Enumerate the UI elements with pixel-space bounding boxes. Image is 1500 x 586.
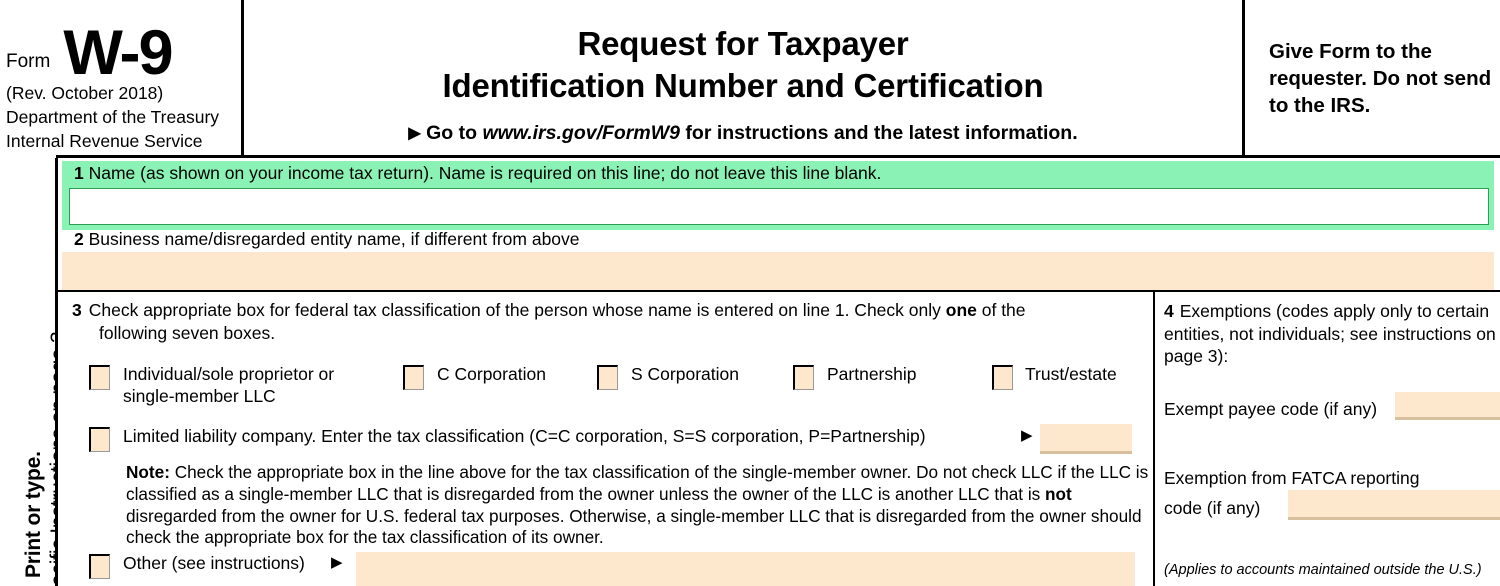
form-header: Form W-9 (Rev. October 2018) Department … xyxy=(0,0,1500,157)
form-revision: (Rev. October 2018) xyxy=(6,82,164,103)
line2-label: 2 Business name/disregarded entity name,… xyxy=(74,229,580,250)
sidebar-print-or-type: Print or type. xyxy=(22,451,45,578)
line3-head-emphasis: one xyxy=(945,300,977,320)
irs-formw9-link[interactable]: www.irs.gov/FormW9 xyxy=(482,122,680,144)
exempt-payee-code-input[interactable] xyxy=(1395,392,1500,420)
label-individual-line1: Individual/sole proprietor or xyxy=(123,364,335,384)
goto-prefix: Go to xyxy=(426,122,483,145)
exempt-payee-code-label: Exempt payee code (if any) xyxy=(1164,399,1378,419)
fatca-label-line-1: Exemption from FATCA reporting xyxy=(1164,468,1420,488)
checkbox-partnership[interactable] xyxy=(793,365,814,390)
note-bold-label: Note: xyxy=(126,462,170,482)
checkbox-individual-sole-proprietor[interactable] xyxy=(89,365,110,390)
label-individual-line2: single-member LLC xyxy=(123,386,276,407)
llc-tax-classification-input[interactable] xyxy=(1040,424,1132,454)
line1-label-text: Name (as shown on your income tax return… xyxy=(88,163,882,183)
checkbox-other[interactable] xyxy=(89,554,110,579)
line1-number: 1 xyxy=(74,163,84,183)
header-body-divider xyxy=(56,155,1500,158)
sidebar-instructions: Print or type. ecific Instructions on pa… xyxy=(0,158,55,586)
department-line-2: Internal Revenue Service xyxy=(6,130,203,151)
other-right-triangle-icon: ▶ xyxy=(331,554,343,571)
goto-instructions-line: ▶ Go to www.irs.gov/FormW9 for instructi… xyxy=(408,122,1077,145)
note-text-after: disregarded from the owner for U.S. fede… xyxy=(126,505,1142,548)
department-line-1: Department of the Treasury xyxy=(6,106,220,127)
right-triangle-icon: ▶ xyxy=(408,125,421,143)
line3-head-part1: Check appropriate box for federal tax cl… xyxy=(88,300,946,320)
fatca-label-line-2: code (if any) xyxy=(1164,498,1261,518)
note-bold-word: not xyxy=(1045,483,1072,504)
note-text-before: Check the appropriate box in the line ab… xyxy=(126,462,1149,504)
line3-head-part2: of the xyxy=(976,300,1026,320)
form-title-line-1: Request for Taxpayer xyxy=(577,25,909,62)
checkbox-s-corporation[interactable] xyxy=(597,365,618,390)
header-right-block: Give Form to the requester. Do not send … xyxy=(1245,0,1500,157)
line2-label-text: Business name/disregarded entity name, i… xyxy=(88,229,580,249)
fatca-footnote: (Applies to accounts maintained outside … xyxy=(1164,562,1482,578)
line4-number: 4 xyxy=(1164,301,1174,321)
label-trust-estate: Trust/estate xyxy=(1025,364,1117,384)
label-c-corporation: C Corporation xyxy=(437,364,546,384)
line3-panel: 3 Check appropriate box for federal tax c… xyxy=(58,292,1148,586)
goto-suffix: for instructions and the latest informat… xyxy=(680,122,1078,145)
line1-name-input[interactable] xyxy=(69,188,1489,225)
checkbox-trust-estate[interactable] xyxy=(992,365,1013,390)
form-word-label: Form xyxy=(6,50,51,72)
w9-form-page: Form W-9 (Rev. October 2018) Department … xyxy=(0,0,1500,586)
form-identifier: Form W-9 xyxy=(6,2,241,88)
label-individual-sole-proprietor: Individual/sole proprietor or single-mem… xyxy=(123,363,334,407)
line3-instruction: 3 Check appropriate box for federal tax c… xyxy=(72,299,1162,344)
line4-head-text: Exemptions (codes apply only to certain … xyxy=(1164,301,1496,367)
other-classification-input[interactable] xyxy=(356,552,1135,586)
label-s-corporation: S Corporation xyxy=(631,364,739,384)
line4-instruction: 4 Exemptions (codes apply only to certain… xyxy=(1164,300,1498,368)
checkbox-c-corporation[interactable] xyxy=(403,365,424,390)
fatca-code-input[interactable] xyxy=(1288,490,1500,520)
line2-number: 2 xyxy=(74,229,84,249)
checkbox-limited-liability-company[interactable] xyxy=(89,427,110,452)
header-title-block: Request for Taxpayer Identification Numb… xyxy=(241,0,1245,157)
label-partnership: Partnership xyxy=(827,364,917,384)
line4-panel: 4 Exemptions (codes apply only to certain… xyxy=(1155,292,1500,586)
label-limited-liability-company: Limited liability company. Enter the tax… xyxy=(123,426,926,446)
line2-business-name-input[interactable] xyxy=(62,252,1494,290)
llc-right-triangle-icon: ▶ xyxy=(1021,427,1033,444)
sidebar-specific-instructions: ecific Instructions on page 3. xyxy=(47,325,55,586)
header-left-block: Form W-9 (Rev. October 2018) Department … xyxy=(0,0,241,157)
form-number-label: W-9 xyxy=(63,17,173,88)
line3-note: Note: Check the appropriate box in the l… xyxy=(126,462,1150,549)
line3-number: 3 xyxy=(72,300,82,320)
line1-label: 1 Name (as shown on your income tax retu… xyxy=(74,163,881,184)
label-other: Other (see instructions) xyxy=(123,553,305,573)
give-form-note: Give Form to the requester. Do not send … xyxy=(1269,39,1492,118)
form-title-line-2: Identification Number and Certification xyxy=(442,66,1044,104)
line3-head-line2: following seven boxes. xyxy=(99,322,276,343)
